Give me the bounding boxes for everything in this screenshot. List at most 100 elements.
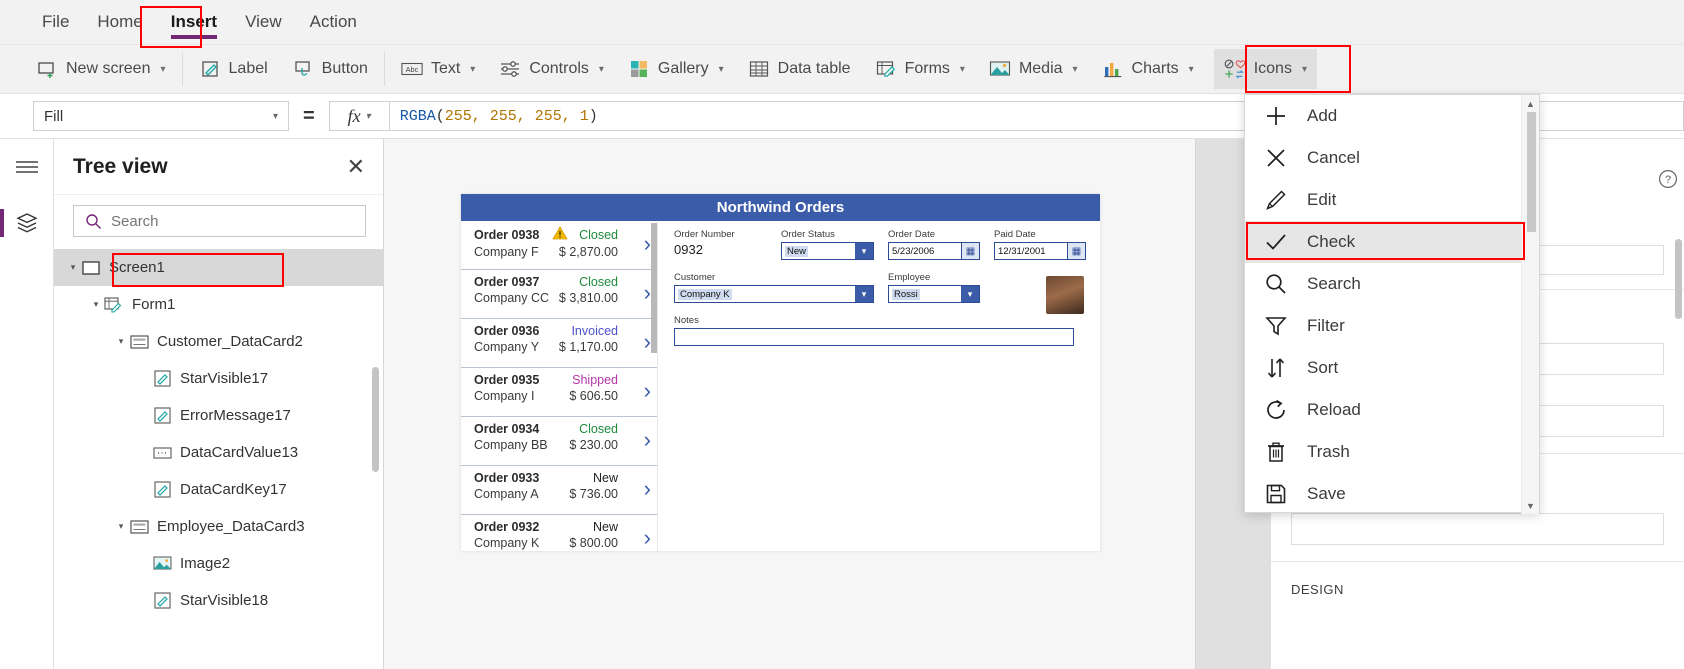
notes-input[interactable] <box>674 328 1074 346</box>
form-row-2: Customer Company K ▾ Employee Rossi ▾ <box>674 272 1086 303</box>
icons-menu-label: Check <box>1307 232 1356 251</box>
chevron-right-icon[interactable]: › <box>644 429 651 451</box>
order-date-input[interactable]: 5/23/2006 ▦ <box>888 242 980 260</box>
gallery-scrollbar[interactable] <box>651 223 657 353</box>
data-table-label: Data table <box>777 60 851 77</box>
scrollbar-thumb[interactable] <box>1527 112 1536 232</box>
menu-item-file[interactable]: File <box>28 0 83 45</box>
chevron-right-icon[interactable]: › <box>644 527 651 549</box>
formula-open-paren: ( <box>435 107 445 125</box>
tree-scrollbar[interactable] <box>372 367 379 472</box>
gallery-row[interactable]: Order 0935 Shipped Company I $ 606.50 › <box>461 368 657 417</box>
new-screen-button[interactable]: New screen ▾ <box>26 49 176 89</box>
data-table-button[interactable]: Data table <box>738 49 861 89</box>
svg-text:?: ? <box>1665 174 1671 186</box>
scroll-down-icon[interactable]: ▼ <box>1522 497 1539 514</box>
order-status-dropdown[interactable]: New ▾ <box>781 242 874 260</box>
fx-button[interactable]: fx ▾ <box>328 101 389 131</box>
calendar-icon[interactable]: ▦ <box>961 243 979 259</box>
label-button[interactable]: Label <box>189 49 278 89</box>
tree-item-employee-datacard3[interactable]: ▾ Employee_DataCard3 <box>54 508 383 545</box>
icons-menu-scrollbar[interactable]: ▲ ▼ <box>1521 95 1539 514</box>
help-icon[interactable]: ? <box>1658 169 1678 194</box>
gallery-row[interactable]: Order 0934 Closed Company BB $ 230.00 › <box>461 417 657 466</box>
chevron-right-icon[interactable]: › <box>644 478 651 500</box>
icons-menu-item-edit[interactable]: Edit <box>1245 179 1521 221</box>
menu-item-view[interactable]: View <box>231 0 296 45</box>
order-number-value: 0932 <box>674 242 703 257</box>
expand-arrow-icon[interactable]: ▾ <box>66 262 80 273</box>
expand-arrow-icon[interactable]: ▾ <box>89 299 103 310</box>
active-tab-underline <box>170 34 218 39</box>
calendar-icon[interactable]: ▦ <box>1067 243 1085 259</box>
company-name: Company F <box>474 245 539 259</box>
gallery-row[interactable]: Order 0936 Invoiced Company Y $ 1,170.00 › <box>461 319 657 368</box>
tree-search-input[interactable]: Search <box>73 205 366 237</box>
chevron-right-icon[interactable]: › <box>644 380 651 402</box>
icons-menu-item-search[interactable]: Search <box>1245 263 1521 305</box>
power-apps-studio: File Home Insert View Action New screen … <box>0 0 1684 669</box>
gallery-row[interactable]: Order 0938 Closed Company F $ 2,870.00 › <box>461 221 657 270</box>
media-button[interactable]: Media ▾ <box>979 49 1088 89</box>
hamburger-menu-button[interactable] <box>0 139 54 195</box>
chevron-right-icon[interactable]: › <box>644 331 651 353</box>
icons-menu-label: Sort <box>1307 358 1339 377</box>
orders-gallery[interactable]: Order 0938 Closed Company F $ 2,870.00 › O… <box>461 221 658 551</box>
tree-item-datacardvalue13[interactable]: DataCardValue13 <box>54 434 383 471</box>
gallery-button[interactable]: Gallery ▾ <box>618 49 734 89</box>
tree-item-starvisible18[interactable]: StarVisible18 <box>54 582 383 619</box>
label-icon <box>151 369 173 389</box>
menu-item-action[interactable]: Action <box>296 0 371 45</box>
property-selector[interactable]: Fill ▾ <box>33 101 289 131</box>
gallery-row[interactable]: Order 0937 Closed Company CC $ 3,810.00 › <box>461 270 657 319</box>
ribbon-divider <box>181 52 183 86</box>
form-row-1: Order Number 0932 Order Status New ▾ Ord… <box>674 229 1086 260</box>
button-button[interactable]: Button <box>282 49 378 89</box>
icons-menu-item-check[interactable]: Check <box>1245 221 1521 263</box>
icons-button[interactable]: Icons ▾ <box>1213 49 1317 89</box>
chevron-down-icon[interactable]: ▾ <box>855 286 873 302</box>
icons-menu-item-sort[interactable]: Sort <box>1245 347 1521 389</box>
icons-menu-item-save[interactable]: Save <box>1245 473 1521 515</box>
expand-arrow-icon[interactable]: ▾ <box>114 521 128 532</box>
expand-arrow-icon[interactable]: ▾ <box>114 336 128 347</box>
tree-item-datacardkey17[interactable]: DataCardKey17 <box>54 471 383 508</box>
menu-label: File <box>42 12 70 31</box>
tree-item-screen1[interactable]: ▾ Screen1 <box>54 249 383 286</box>
menu-item-insert[interactable]: Insert <box>157 0 231 45</box>
gallery-row[interactable]: Order 0933 New Company A $ 736.00 › <box>461 466 657 515</box>
tree-item-image2[interactable]: Image2 <box>54 545 383 582</box>
chevron-down-icon[interactable]: ▾ <box>961 286 979 302</box>
forms-button[interactable]: Forms ▾ <box>865 49 975 89</box>
scroll-up-icon[interactable]: ▲ <box>1522 95 1539 112</box>
tree-item-customer-datacard2[interactable]: ▾ Customer_DataCard2 <box>54 323 383 360</box>
icons-icon <box>1224 58 1246 80</box>
icons-menu-item-filter[interactable]: Filter <box>1245 305 1521 347</box>
chevron-right-icon[interactable]: › <box>644 233 651 255</box>
controls-button[interactable]: Controls ▾ <box>489 49 614 89</box>
menu-item-home[interactable]: Home <box>83 0 156 45</box>
tree-item-form1[interactable]: ▾ Form1 <box>54 286 383 323</box>
properties-scrollbar[interactable] <box>1675 239 1682 319</box>
tree-item-starvisible17[interactable]: StarVisible17 <box>54 360 383 397</box>
icons-menu-item-trash[interactable]: Trash <box>1245 431 1521 473</box>
formula-arguments: 255, 255, 255, 1 <box>444 107 589 125</box>
icons-menu-item-cancel[interactable]: Cancel <box>1245 137 1521 179</box>
chevron-right-icon[interactable]: › <box>644 282 651 304</box>
employee-dropdown[interactable]: Rossi ▾ <box>888 285 980 303</box>
company-name: Company A <box>474 487 539 501</box>
text-button[interactable]: Abc Text ▾ <box>391 49 485 89</box>
charts-button[interactable]: Charts ▾ <box>1092 49 1204 89</box>
tree-item-errormessage17[interactable]: ErrorMessage17 <box>54 397 383 434</box>
paid-date-input[interactable]: 12/31/2001 ▦ <box>994 242 1086 260</box>
tree-view-rail-button[interactable] <box>0 195 54 251</box>
order-amount: $ 3,810.00 <box>558 291 618 305</box>
field-input[interactable] <box>1291 513 1664 545</box>
close-icon[interactable]: ✕ <box>347 154 365 180</box>
tree-item-label: DataCardKey17 <box>180 481 287 498</box>
customer-dropdown[interactable]: Company K ▾ <box>674 285 874 303</box>
chevron-down-icon[interactable]: ▾ <box>855 243 873 259</box>
icons-menu-item-add[interactable]: Add <box>1245 95 1521 137</box>
gallery-row[interactable]: Order 0932 New Company K $ 800.00 › <box>461 515 657 551</box>
icons-menu-item-reload[interactable]: Reload <box>1245 389 1521 431</box>
